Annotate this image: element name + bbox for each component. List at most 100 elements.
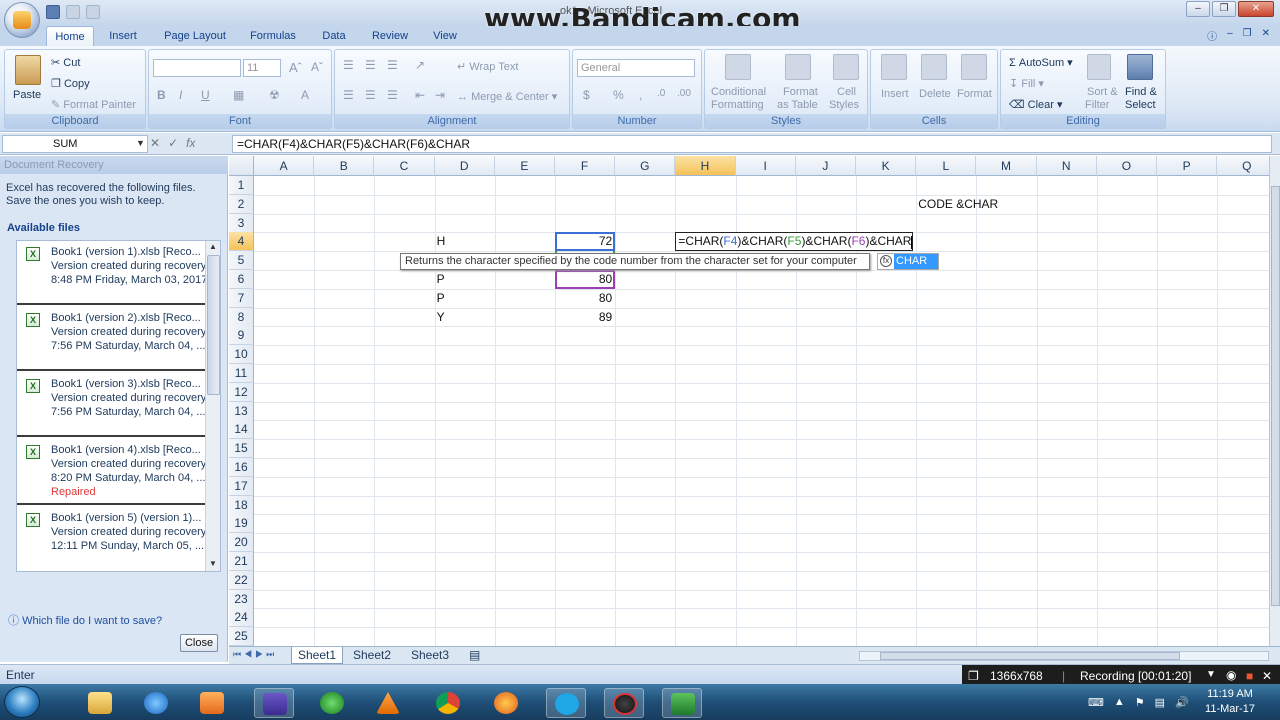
insert-function-icon[interactable]: fx [186, 136, 195, 150]
tab-page-layout[interactable]: Page Layout [158, 26, 232, 46]
increase-indent-icon[interactable]: ⇥ [435, 88, 445, 102]
borders-icon[interactable]: ▦ [233, 88, 244, 102]
row-header-14[interactable]: 14 [229, 420, 254, 440]
scroll-thumb[interactable] [880, 652, 1180, 660]
row-header-11[interactable]: 11 [229, 364, 254, 383]
column-header-c[interactable]: C [374, 156, 435, 176]
list-item[interactable]: X Book1 (version 2).xlsb [Reco... Versio… [17, 307, 206, 371]
list-item[interactable]: X Book1 (version 1).xlsb [Reco... Versio… [17, 241, 207, 305]
column-header-b[interactable]: B [314, 156, 375, 176]
office-button[interactable] [4, 2, 40, 38]
row-header-3[interactable]: 3 [229, 213, 254, 233]
bandicam-taskbar-icon[interactable] [604, 688, 644, 718]
cell-l2[interactable]: CODE &CHAR [918, 195, 998, 214]
undo-icon[interactable] [66, 5, 80, 19]
column-header-l[interactable]: L [916, 156, 977, 176]
font-color-icon[interactable]: A [301, 88, 309, 102]
recovery-list-scrollbar[interactable]: ▲ ▼ [205, 241, 220, 571]
align-middle-icon[interactable]: ☰ [365, 58, 376, 72]
restore-icon[interactable]: ❐ [1212, 1, 1236, 17]
scroll-thumb[interactable] [1271, 186, 1280, 606]
stop-record-icon[interactable]: ■ [1246, 669, 1253, 683]
row-header-20[interactable]: 20 [229, 533, 254, 553]
wrap-text-button[interactable]: ↵ Wrap Text [457, 60, 518, 73]
help-link[interactable]: ⓘ Which file do I want to save? [8, 612, 162, 628]
underline-icon[interactable]: U [201, 88, 210, 102]
cell-d6[interactable]: P [437, 270, 445, 289]
column-header-p[interactable]: P [1157, 156, 1218, 176]
fill-color-icon[interactable]: ☢ [269, 88, 280, 102]
scroll-down-icon[interactable]: ▼ [209, 559, 217, 568]
font-size-field[interactable]: 11 [243, 59, 281, 77]
column-header-n[interactable]: N [1036, 156, 1097, 176]
format-as-table-button[interactable]: Format [783, 86, 818, 98]
row-header-9[interactable]: 9 [229, 326, 254, 346]
scroll-up-icon[interactable]: ▲ [209, 242, 217, 251]
row-header-12[interactable]: 12 [229, 382, 254, 402]
column-header-m[interactable]: M [976, 156, 1037, 176]
help-icon[interactable]: ⓘ [1207, 28, 1217, 43]
active-cell-h4[interactable]: =CHAR(F4)&CHAR(F5)&CHAR(F6)&CHAR [675, 232, 914, 252]
select-all-corner[interactable] [229, 156, 254, 176]
screen-capture-taskbar-icon[interactable] [254, 688, 294, 718]
minimize-icon[interactable]: – [1227, 28, 1233, 43]
row-header-2[interactable]: 2 [229, 194, 254, 214]
firefox-taskbar-icon[interactable] [486, 688, 526, 718]
restore-icon[interactable]: ❐ [1243, 28, 1252, 43]
row-header-16[interactable]: 16 [229, 458, 254, 477]
tab-insert[interactable]: Insert [100, 26, 146, 46]
list-item[interactable]: X Book1 (version 3).xlsb [Reco... Versio… [17, 373, 206, 437]
horizontal-scrollbar[interactable] [859, 651, 1269, 661]
column-header-h[interactable]: H [675, 156, 736, 176]
insert-sheet-icon[interactable]: ▤ [463, 647, 486, 664]
keyboard-icon[interactable]: ⌨ [1088, 696, 1104, 709]
cancel-formula-icon[interactable]: ✕ [150, 136, 160, 150]
column-header-i[interactable]: I [735, 156, 796, 176]
column-header-a[interactable]: A [254, 156, 315, 176]
conditional-formatting-button[interactable]: Conditional [711, 86, 766, 98]
copy-button[interactable]: ❐ Copy [51, 77, 90, 90]
scroll-thumb[interactable] [207, 255, 220, 395]
align-bottom-icon[interactable]: ☰ [387, 58, 398, 72]
tab-formulas[interactable]: Formulas [244, 26, 302, 46]
row-header-5[interactable]: 5 [229, 251, 254, 271]
column-header-j[interactable]: J [795, 156, 856, 176]
close-icon[interactable]: ✕ [1262, 669, 1272, 683]
explorer-taskbar-icon[interactable] [80, 688, 120, 718]
find-select-button[interactable]: Find & [1125, 86, 1157, 98]
grow-font-icon[interactable]: Aˆ [289, 60, 302, 75]
align-left-icon[interactable]: ☰ [343, 88, 354, 102]
italic-icon[interactable]: I [179, 88, 182, 102]
vlc-taskbar-icon[interactable] [368, 688, 408, 718]
tab-view[interactable]: View [426, 26, 464, 46]
row-header-25[interactable]: 25 [229, 627, 254, 647]
tab-review[interactable]: Review [366, 26, 414, 46]
row-header-17[interactable]: 17 [229, 476, 254, 496]
column-header-k[interactable]: K [856, 156, 917, 176]
row-header-19[interactable]: 19 [229, 514, 254, 534]
cell-d4[interactable]: H [437, 232, 446, 251]
format-cells-button[interactable]: Format [957, 88, 992, 100]
number-format-field[interactable]: General [577, 59, 695, 77]
skype-taskbar-icon[interactable] [546, 688, 586, 718]
row-header-7[interactable]: 7 [229, 288, 254, 308]
cell-d8[interactable]: Y [437, 308, 445, 327]
percent-icon[interactable]: % [613, 88, 624, 102]
start-button[interactable] [4, 686, 40, 718]
orientation-icon[interactable]: ↗ [415, 58, 425, 72]
cell-f7[interactable]: 80 [555, 289, 612, 308]
tab-home[interactable]: Home [46, 26, 94, 46]
clear-button[interactable]: ⌫ Clear ▾ [1009, 98, 1063, 111]
shrink-font-icon[interactable]: Aˇ [311, 60, 323, 74]
tab-data[interactable]: Data [314, 26, 354, 46]
insert-cells-button[interactable]: Insert [881, 88, 909, 100]
autosum-button[interactable]: Σ AutoSum ▾ [1009, 56, 1073, 69]
sort-filter-button[interactable]: Sort & [1087, 86, 1118, 98]
tab-sheet1[interactable]: Sheet1 [291, 647, 344, 664]
camera-icon[interactable]: ◉ [1226, 668, 1236, 682]
volume-icon[interactable]: 🔊 [1175, 696, 1189, 709]
name-box[interactable]: SUM [2, 135, 148, 153]
paste-icon[interactable] [15, 55, 41, 85]
internet-explorer-taskbar-icon[interactable] [136, 688, 176, 718]
paste-button[interactable]: Paste [13, 89, 41, 101]
